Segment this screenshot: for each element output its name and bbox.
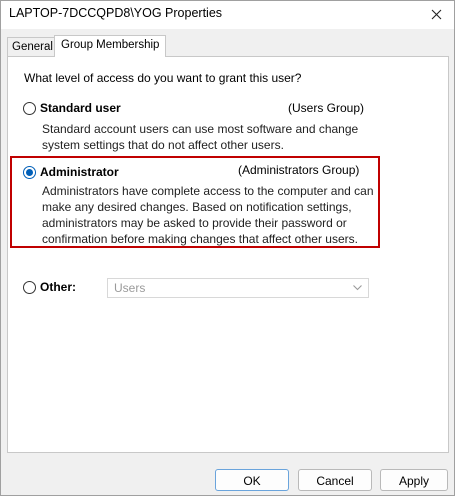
- window-title: LAPTOP-7DCCQPD8\YOG Properties: [9, 6, 223, 20]
- group-membership-panel: What level of access do you want to gran…: [7, 56, 449, 453]
- administrator-radio[interactable]: [23, 166, 36, 179]
- standard-user-description: Standard account users can use most soft…: [42, 122, 359, 152]
- chevron-down-icon: [353, 285, 362, 291]
- access-question: What level of access do you want to gran…: [24, 71, 302, 85]
- close-button[interactable]: [424, 3, 448, 25]
- title-bar: LAPTOP-7DCCQPD8\YOG Properties: [1, 1, 454, 29]
- ok-button[interactable]: OK: [215, 469, 289, 491]
- standard-user-radio[interactable]: [23, 102, 36, 115]
- other-radio[interactable]: [23, 281, 36, 294]
- administrator-group: (Administrators Group): [238, 163, 360, 177]
- standard-user-group: (Users Group): [288, 101, 365, 115]
- properties-dialog: LAPTOP-7DCCQPD8\YOG Properties General G…: [0, 0, 455, 496]
- cancel-button[interactable]: Cancel: [298, 469, 372, 491]
- administrator-label[interactable]: Administrator: [40, 165, 119, 179]
- standard-user-label[interactable]: Standard user: [40, 101, 121, 115]
- tab-general[interactable]: General: [7, 37, 55, 56]
- other-group-select[interactable]: Users: [107, 278, 369, 298]
- close-icon: [431, 9, 441, 19]
- other-label[interactable]: Other:: [40, 280, 76, 294]
- administrator-description: Administrators have complete access to t…: [42, 184, 374, 246]
- tab-group-membership[interactable]: Group Membership: [54, 35, 167, 57]
- other-group-select-value: Users: [114, 281, 146, 295]
- apply-button[interactable]: Apply: [380, 469, 448, 491]
